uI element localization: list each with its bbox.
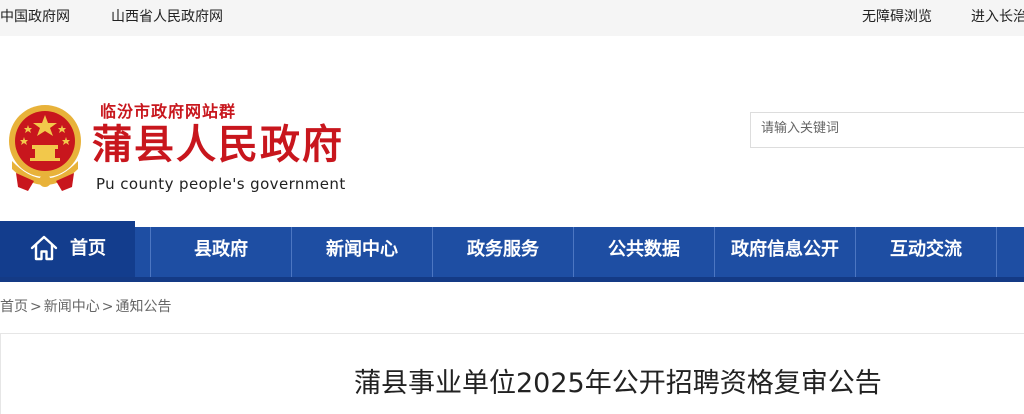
breadcrumb-separator: > [101, 299, 114, 315]
main-nav: 县政府 新闻中心 政务服务 公共数据 政府信息公开 互动交流 [0, 227, 1024, 282]
breadcrumb: 首页 > 新闻中心 > 通知公告 [0, 296, 171, 316]
link-shanxi-government[interactable]: 山西省人民政府网 [111, 9, 223, 25]
search-box[interactable] [750, 112, 1024, 148]
site-group-label: 临汾市政府网站群 [100, 102, 237, 121]
national-emblem-icon [9, 105, 81, 191]
top-link-bar: 中国政府网 山西省人民政府网 无障碍浏览 进入长治 [0, 0, 1024, 36]
nav-item-news-center[interactable]: 新闻中心 [292, 227, 432, 277]
article-title: 蒲县事业单位2025年公开招聘资格复审公告 [354, 368, 882, 399]
nav-item-county-government[interactable]: 县政府 [151, 227, 291, 277]
nav-item-interaction[interactable]: 互动交流 [856, 227, 996, 277]
site-title-english: Pu county people's government [96, 175, 346, 193]
site-title[interactable]: 蒲县人民政府 [92, 120, 344, 170]
search-input[interactable] [751, 113, 1024, 143]
link-enter-changzhi[interactable]: 进入长治 [971, 9, 1024, 25]
nav-item-public-data[interactable]: 公共数据 [574, 227, 714, 277]
home-icon [30, 235, 58, 261]
link-accessible-browsing[interactable]: 无障碍浏览 [862, 9, 932, 25]
nav-home-label: 首页 [70, 238, 106, 259]
link-china-government[interactable]: 中国政府网 [0, 9, 70, 25]
nav-item-information-disclosure[interactable]: 政府信息公开 [715, 227, 855, 277]
breadcrumb-notices[interactable]: 通知公告 [115, 299, 171, 315]
nav-item-home[interactable]: 首页 [0, 221, 135, 277]
breadcrumb-separator: > [30, 299, 42, 315]
breadcrumb-home[interactable]: 首页 [0, 299, 28, 315]
breadcrumb-news-center[interactable]: 新闻中心 [44, 299, 100, 315]
nav-divider [996, 227, 997, 277]
nav-item-government-services[interactable]: 政务服务 [433, 227, 573, 277]
